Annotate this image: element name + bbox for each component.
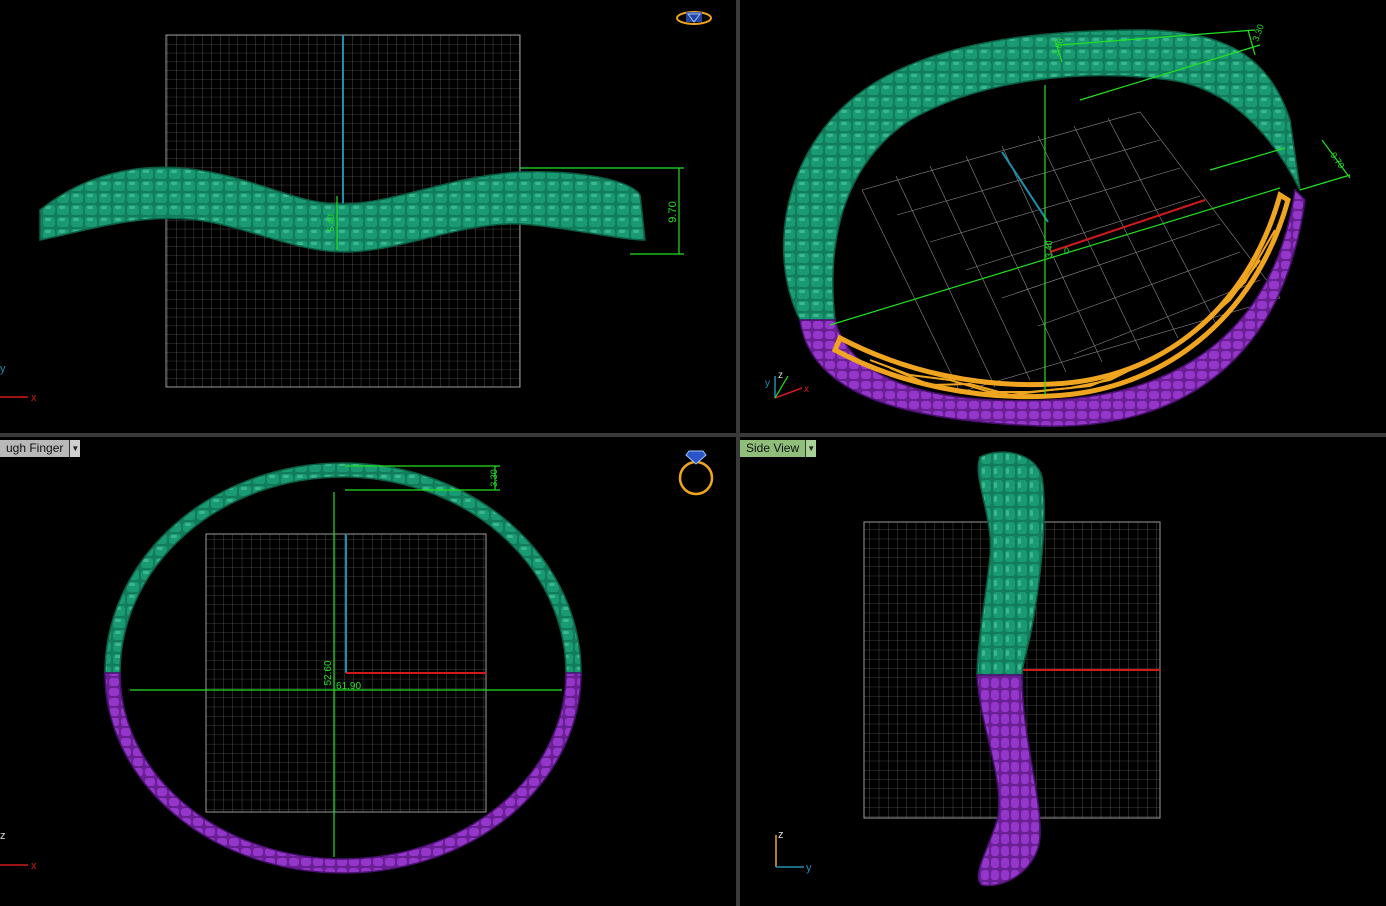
ring-front-view-icon[interactable] — [678, 450, 714, 496]
viewport-side-canvas: z y — [775, 451, 1161, 887]
z-axis-letter: z — [778, 829, 784, 841]
dimension-label-3: 3.40 — [1044, 240, 1054, 258]
z-axis-letter: z — [0, 830, 6, 842]
y-axis-line — [1001, 151, 1049, 223]
view-selector[interactable]: Side View ▼ — [740, 440, 817, 457]
dimension-label-4: 0 — [1064, 246, 1069, 256]
y-axis-letter: y — [806, 862, 812, 874]
z-axis-letter: z — [778, 370, 783, 381]
ring-top-view-icon[interactable] — [676, 11, 712, 25]
viewport-perspective-canvas: 3.30 3.80 9.70 3.40 0 z y x — [765, 23, 1351, 427]
chevron-down-icon[interactable]: ▼ — [69, 440, 81, 457]
x-axis-letter: x — [804, 384, 809, 395]
viewport-top[interactable]: 9.70 5.40 x y — [0, 0, 736, 433]
x-axis-letter: x — [31, 860, 37, 872]
x-axis-line — [1049, 199, 1206, 253]
chevron-down-icon[interactable]: ▼ — [805, 440, 817, 457]
dimension-height-label: 52.60 — [323, 660, 334, 685]
x-axis-indicator — [774, 387, 803, 399]
viewport-front-canvas: 61.90 52.60 3.30 x z — [0, 450, 714, 874]
dimension-width-label: 61.90 — [336, 681, 361, 692]
ring-band-green — [782, 29, 1301, 321]
view-selector-label: ugh Finger — [6, 441, 64, 455]
y-axis-letter: y — [765, 378, 770, 389]
y-axis-letter: y — [0, 363, 6, 375]
dimension-small-label: 5.40 — [326, 214, 336, 232]
view-selector[interactable]: ugh Finger ▼ — [0, 440, 81, 457]
dimension-height-label: 9.70 — [667, 201, 679, 222]
view-selector-label: Side View — [746, 441, 800, 455]
x-axis-letter: x — [31, 392, 37, 404]
dimension-label-2: 9.70 — [1328, 150, 1346, 170]
dimension-label-0: 3.30 — [1250, 23, 1265, 43]
viewport-front[interactable]: 61.90 52.60 3.30 x z ugh Finger ▼ — [0, 437, 736, 906]
viewport-perspective[interactable]: 3.30 3.80 9.70 3.40 0 z y x — [740, 0, 1386, 433]
viewport-top-canvas: 9.70 5.40 x y — [0, 11, 712, 404]
viewport-side[interactable]: z y Side View ▼ — [740, 437, 1386, 906]
dimension-thickness-label: 3.30 — [489, 469, 499, 487]
